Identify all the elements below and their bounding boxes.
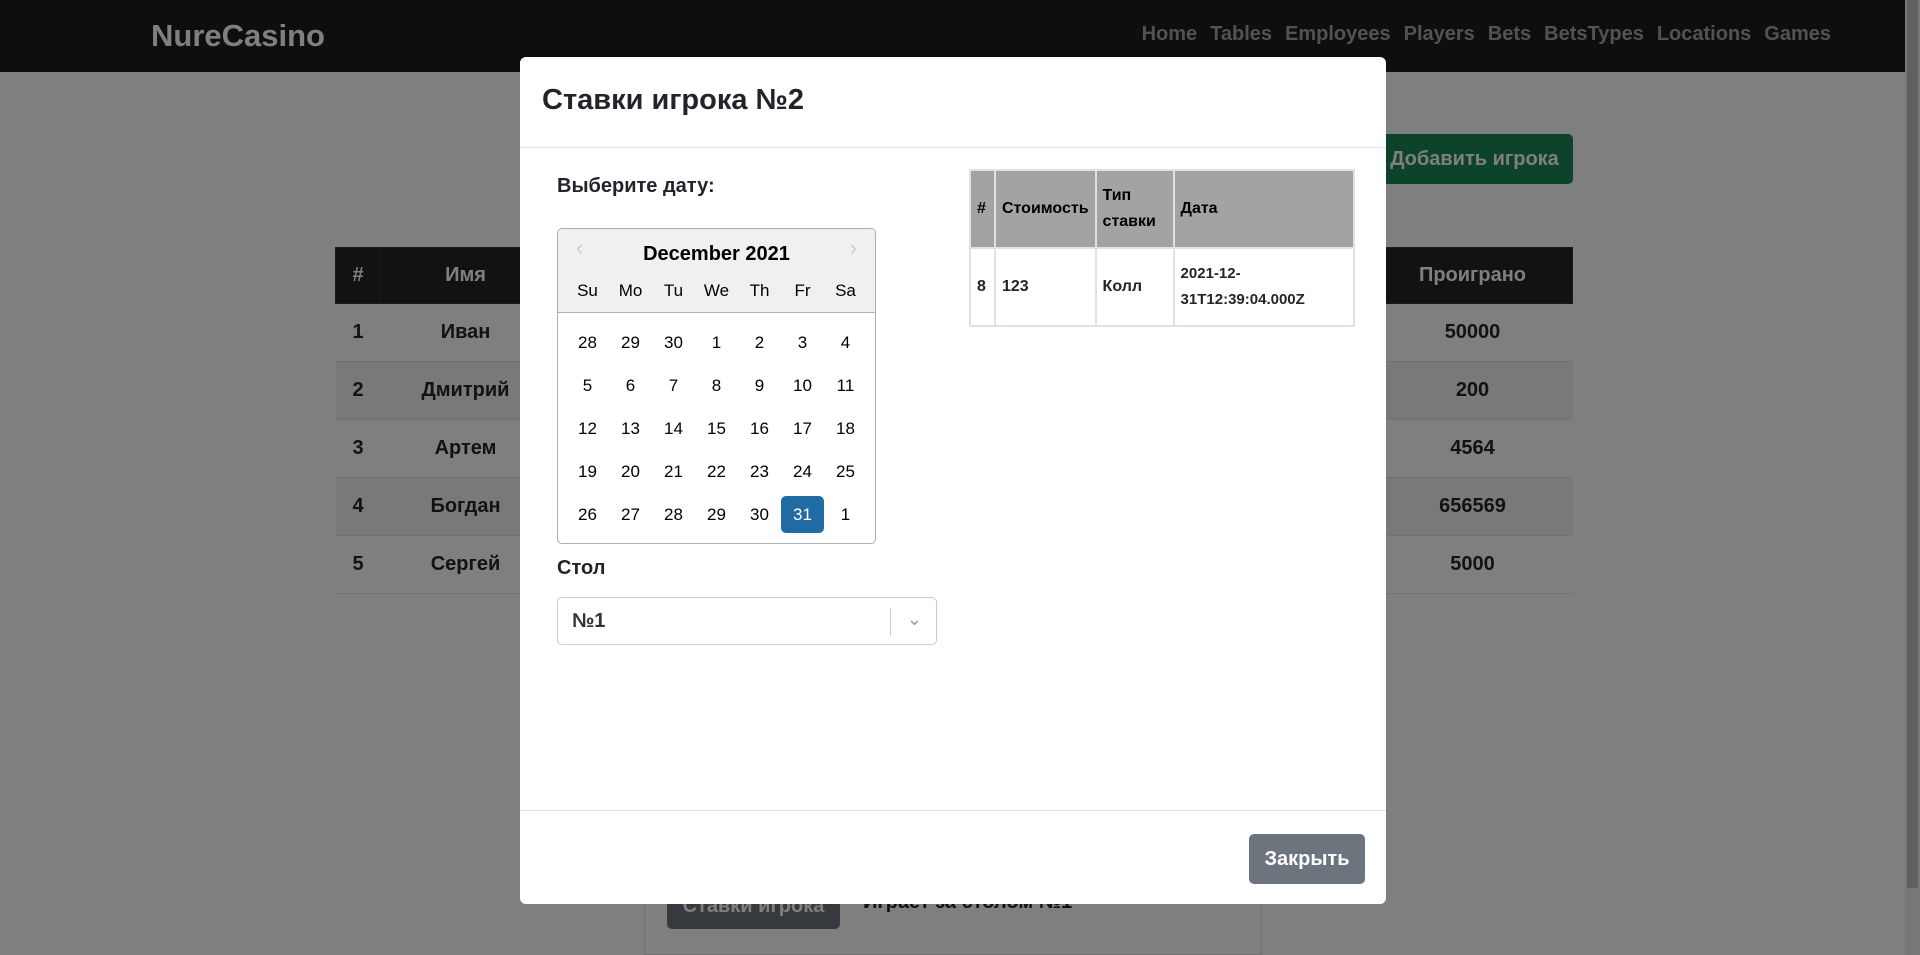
calendar-day[interactable]: 30	[738, 496, 781, 533]
next-month-icon[interactable]: ›	[850, 235, 857, 261]
calendar-week: 5 6 7 8 9 10 11	[558, 364, 875, 407]
calendar-day[interactable]: 11	[824, 367, 867, 404]
header-date: Дата	[1172, 169, 1355, 249]
calendar-week: 19 20 21 22 23 24 25	[558, 450, 875, 493]
header-cost: Стоимость	[994, 169, 1097, 249]
calendar-day[interactable]: 2	[738, 324, 781, 361]
close-button[interactable]: Закрыть	[1249, 834, 1365, 884]
table-select-value: №1	[572, 610, 606, 632]
calendar-header: ‹ December 2021 › Su Mo Tu We Th Fr Sa	[558, 229, 875, 313]
calendar-day[interactable]: 23	[738, 453, 781, 490]
header-type: Тип ставки	[1094, 169, 1175, 249]
calendar-day[interactable]: 1	[695, 324, 738, 361]
calendar-day[interactable]: 21	[652, 453, 695, 490]
bets-table-header: # Стоимость Тип ставки Дата	[969, 169, 1355, 249]
calendar-week: 26 27 28 29 30 31 1	[558, 493, 875, 536]
calendar-day[interactable]: 12	[566, 410, 609, 447]
calendar-day[interactable]: 1	[824, 496, 867, 533]
calendar-day[interactable]: 4	[824, 324, 867, 361]
bet-date: 2021-12-31T12:39:04.000Z	[1172, 247, 1355, 327]
calendar-day[interactable]: 22	[695, 453, 738, 490]
modal-footer: Закрыть	[520, 810, 1386, 904]
bet-num: 8	[969, 247, 996, 327]
calendar-day[interactable]: 16	[738, 410, 781, 447]
calendar-day[interactable]: 9	[738, 367, 781, 404]
modal-title: Ставки игрока №2	[542, 84, 804, 116]
calendar-day[interactable]: 10	[781, 367, 824, 404]
calendar-month: December 2021	[643, 243, 790, 265]
modal-header: Ставки игрока №2	[520, 57, 1386, 148]
calendar-day[interactable]: 20	[609, 453, 652, 490]
calendar-day[interactable]: 19	[566, 453, 609, 490]
calendar-day[interactable]: 8	[695, 367, 738, 404]
weekday: Mo	[618, 281, 643, 300]
calendar-weekdays: Su Mo Tu We Th Fr Sa	[558, 281, 875, 301]
calendar-day[interactable]: 28	[566, 324, 609, 361]
bets-table: # Стоимость Тип ставки Дата 8 123 Колл 2…	[969, 169, 1355, 327]
header-num: #	[969, 169, 996, 249]
calendar-days: 28 29 30 1 2 3 4 5 6 7 8 9 10 11 12 13 1…	[558, 321, 875, 536]
weekday: Fr	[794, 281, 811, 300]
weekday: Tu	[663, 281, 684, 300]
calendar-day[interactable]: 17	[781, 410, 824, 447]
calendar-day[interactable]: 29	[609, 324, 652, 361]
player-bets-modal: Ставки игрока №2 Выберите дату: ‹ Decemb…	[520, 57, 1386, 904]
calendar-day[interactable]: 24	[781, 453, 824, 490]
calendar-day[interactable]: 6	[609, 367, 652, 404]
bet-cost: 123	[994, 247, 1097, 327]
weekday: Th	[749, 281, 770, 300]
table-select[interactable]: №1 ⌄	[557, 597, 937, 645]
table-row: 8 123 Колл 2021-12-31T12:39:04.000Z	[969, 247, 1355, 327]
calendar-day[interactable]: 29	[695, 496, 738, 533]
calendar-day[interactable]: 25	[824, 453, 867, 490]
table-select-label: Стол	[557, 557, 606, 579]
calendar-day[interactable]: 7	[652, 367, 695, 404]
chevron-down-icon[interactable]: ⌄	[907, 609, 922, 630]
calendar-day[interactable]: 26	[566, 496, 609, 533]
calendar-day[interactable]: 28	[652, 496, 695, 533]
calendar-day[interactable]: 5	[566, 367, 609, 404]
weekday: Sa	[835, 281, 856, 300]
calendar-week: 12 13 14 15 16 17 18	[558, 407, 875, 450]
bet-type: Колл	[1094, 247, 1175, 327]
calendar-day-selected[interactable]: 31	[781, 496, 824, 533]
weekday: Su	[577, 281, 598, 300]
select-separator	[890, 608, 891, 636]
calendar-day[interactable]: 30	[652, 324, 695, 361]
calendar-day[interactable]: 15	[695, 410, 738, 447]
date-label: Выберите дату:	[557, 175, 715, 197]
calendar-day[interactable]: 14	[652, 410, 695, 447]
calendar-day[interactable]: 3	[781, 324, 824, 361]
date-picker: ‹ December 2021 › Su Mo Tu We Th Fr Sa 2…	[557, 228, 876, 544]
calendar-day[interactable]: 13	[609, 410, 652, 447]
weekday: We	[703, 281, 730, 300]
calendar-day[interactable]: 18	[824, 410, 867, 447]
calendar-day[interactable]: 27	[609, 496, 652, 533]
calendar-week: 28 29 30 1 2 3 4	[558, 321, 875, 364]
